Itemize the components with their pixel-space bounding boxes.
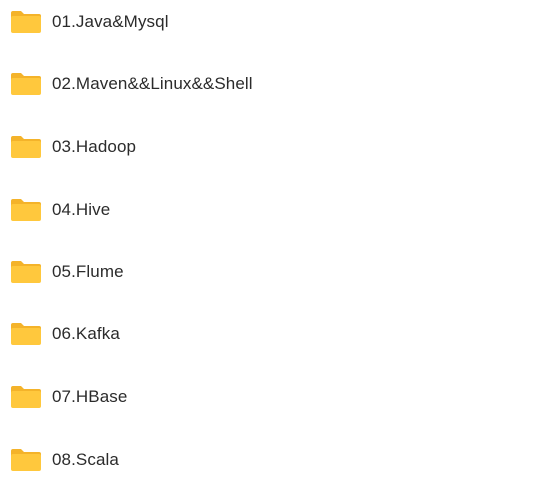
folder-item-04[interactable]: 04.Hive xyxy=(6,195,426,225)
folder-icon xyxy=(11,11,41,33)
folder-name: 07.HBase xyxy=(52,387,128,406)
folder-icon xyxy=(11,386,41,408)
folder-icon xyxy=(11,261,41,283)
folder-name: 06.Kafka xyxy=(52,324,120,343)
folder-item-02[interactable]: 02.Maven&&Linux&&Shell xyxy=(6,69,426,99)
folder-icon xyxy=(11,73,41,95)
folder-icon xyxy=(11,323,41,345)
folder-name: 08.Scala xyxy=(52,450,119,469)
folder-list: 01.Java&Mysql 02.Maven&&Linux&&Shell 03.… xyxy=(0,0,558,477)
folder-item-06[interactable]: 06.Kafka xyxy=(6,319,426,349)
folder-icon xyxy=(11,136,41,158)
folder-name: 01.Java&Mysql xyxy=(52,12,169,31)
folder-name: 04.Hive xyxy=(52,200,111,219)
folder-item-05[interactable]: 05.Flume xyxy=(6,257,426,287)
folder-icon xyxy=(11,449,41,471)
folder-icon xyxy=(11,199,41,221)
folder-item-01[interactable]: 01.Java&Mysql xyxy=(6,7,426,37)
folder-item-03[interactable]: 03.Hadoop xyxy=(6,132,426,162)
folder-name: 05.Flume xyxy=(52,262,124,281)
folder-item-08[interactable]: 08.Scala xyxy=(6,445,426,475)
folder-name: 02.Maven&&Linux&&Shell xyxy=(52,74,253,93)
folder-name: 03.Hadoop xyxy=(52,137,137,156)
folder-item-07[interactable]: 07.HBase xyxy=(6,382,426,412)
